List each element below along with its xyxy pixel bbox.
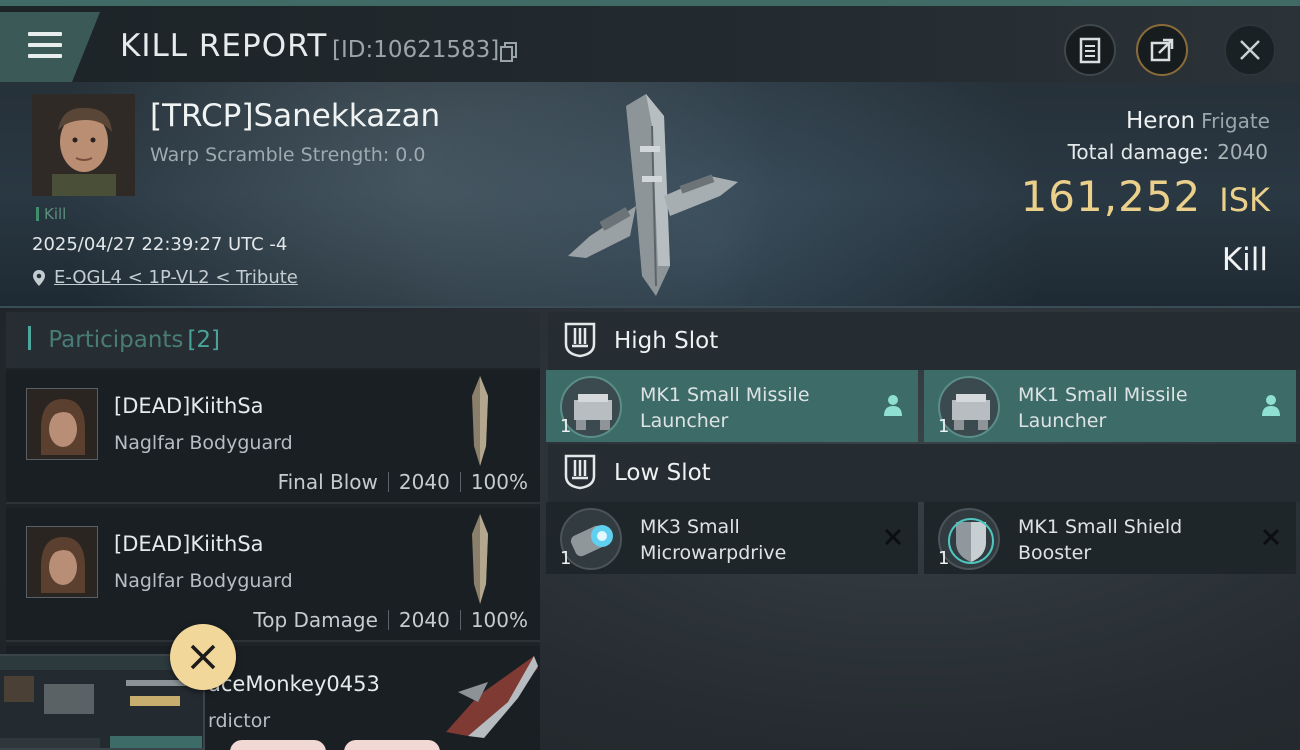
destroyed-x-icon <box>884 528 902 546</box>
location-pin-icon <box>33 269 45 286</box>
portrait-icon <box>27 527 97 597</box>
portrait-icon <box>27 389 97 459</box>
location-link[interactable]: E-OGL4 < 1P-VL2 < Tribute <box>54 267 298 288</box>
kill-report-screen: KILL REPORT [ID:10621583] [TRCP]Sanekkaz… <box>0 0 1300 750</box>
menu-button[interactable] <box>0 12 100 82</box>
participant-role: Final Blow <box>277 470 378 494</box>
participant-stats: Top Damage 2040 100% <box>253 608 528 632</box>
module-quantity: 1 <box>560 416 572 437</box>
participant-percent: 100% <box>470 608 528 632</box>
pilot-icon <box>884 395 902 416</box>
participant-ship: rdictor <box>208 710 271 732</box>
victim-avatar[interactable] <box>32 94 135 196</box>
participant-damage: 2040 <box>398 470 450 494</box>
isk-value: 161,252 ISK <box>1021 172 1270 221</box>
participants-count: [2] <box>187 327 221 353</box>
report-id: [ID:10621583] <box>332 37 500 63</box>
module-slot[interactable]: 1 MK3 Small Microwarpdrive <box>546 502 918 574</box>
isk-amount: 161,252 <box>1020 172 1202 221</box>
floating-close-button[interactable] <box>170 624 236 690</box>
total-damage: Total damage: 2040 <box>1068 140 1268 164</box>
module-slot[interactable]: 1 MK1 Small Shield Booster <box>924 502 1296 574</box>
module-quantity: 1 <box>938 416 950 437</box>
participants-header: Participants [2] <box>6 312 540 368</box>
participant-name: aceMonkey0453 <box>208 672 380 696</box>
kill-location[interactable]: E-OGL4 < 1P-VL2 < Tribute <box>32 267 298 288</box>
copy-icon[interactable] <box>500 42 518 62</box>
naglfar-ship-icon <box>472 514 488 604</box>
portrait-icon <box>32 94 135 196</box>
participant-row[interactable]: [DEAD]KiithSa Naglfar Bodyguard Final Bl… <box>6 370 540 504</box>
participant-name: [DEAD]KiithSa <box>114 394 264 418</box>
participant-percent: 100% <box>470 470 528 494</box>
close-icon <box>190 644 216 670</box>
isk-unit: ISK <box>1219 181 1270 219</box>
victim-banner: [TRCP]Sanekkazan Warp Scramble Strength:… <box>0 82 1300 308</box>
high-slot-icon <box>564 322 596 358</box>
page-title: KILL REPORT <box>120 28 328 64</box>
low-slot-icon <box>564 454 596 490</box>
pilot-icon <box>1262 395 1280 416</box>
module-name: MK3 Small Microwarpdrive <box>640 516 787 564</box>
clipboard-icon <box>1079 37 1101 64</box>
total-damage-value: 2040 <box>1217 140 1268 164</box>
participant-row[interactable]: [DEAD]KiithSa Naglfar Bodyguard Top Dama… <box>6 508 540 642</box>
module-slot[interactable]: 1 MK1 Small Missile Launcher <box>546 370 918 442</box>
ship-class: Frigate <box>1201 109 1270 133</box>
kill-tag: Kill <box>36 205 66 223</box>
participant-damage: 2040 <box>398 608 450 632</box>
high-slot-header: High Slot <box>548 312 1300 370</box>
floating-pill-button[interactable] <box>344 740 440 750</box>
kill-result: Kill <box>1221 242 1268 278</box>
hamburger-icon <box>28 32 62 65</box>
participant-name: [DEAD]KiithSa <box>114 532 264 556</box>
warp-scramble-strength: Warp Scramble Strength: 0.0 <box>150 144 426 166</box>
module-slot[interactable]: 1 MK1 Small Missile Launcher <box>924 370 1296 442</box>
participant-avatar <box>26 388 98 460</box>
naglfar-ship-icon <box>472 376 488 466</box>
total-damage-label: Total damage: <box>1067 140 1210 164</box>
header-bar: KILL REPORT [ID:10621583] <box>0 0 1300 82</box>
ship-type[interactable]: Heron Frigate <box>1126 108 1270 134</box>
share-button[interactable] <box>1136 24 1188 76</box>
notes-button[interactable] <box>1064 24 1116 76</box>
share-icon <box>1150 38 1174 62</box>
low-slot-header: Low Slot <box>548 444 1300 502</box>
participant-role: Top Damage <box>253 608 378 632</box>
interdictor-ship-icon <box>446 656 538 738</box>
destroyed-x-icon <box>1262 528 1280 546</box>
participants-title: Participants <box>48 327 184 353</box>
heron-ship-image <box>568 94 738 296</box>
participant-ship: Naglfar Bodyguard <box>114 432 293 454</box>
participant-ship: Naglfar Bodyguard <box>114 570 293 592</box>
victim-name[interactable]: [TRCP]Sanekkazan <box>150 98 440 134</box>
participant-avatar <box>26 526 98 598</box>
module-quantity: 1 <box>938 548 950 569</box>
close-button[interactable] <box>1224 24 1276 76</box>
kill-datetime: 2025/04/27 22:39:27 UTC -4 <box>32 234 288 255</box>
floating-pill-button[interactable] <box>230 740 326 750</box>
ship-name: Heron <box>1126 108 1196 134</box>
high-slot-label: High Slot <box>614 328 719 354</box>
close-icon <box>1240 40 1260 60</box>
module-name: MK1 Small Missile Launcher <box>640 384 810 432</box>
module-name: MK1 Small Missile Launcher <box>1018 384 1188 432</box>
participant-stats: Final Blow 2040 100% <box>278 470 528 494</box>
module-name: MK1 Small Shield Booster <box>1018 516 1183 564</box>
low-slot-label: Low Slot <box>614 460 711 486</box>
module-quantity: 1 <box>560 548 572 569</box>
